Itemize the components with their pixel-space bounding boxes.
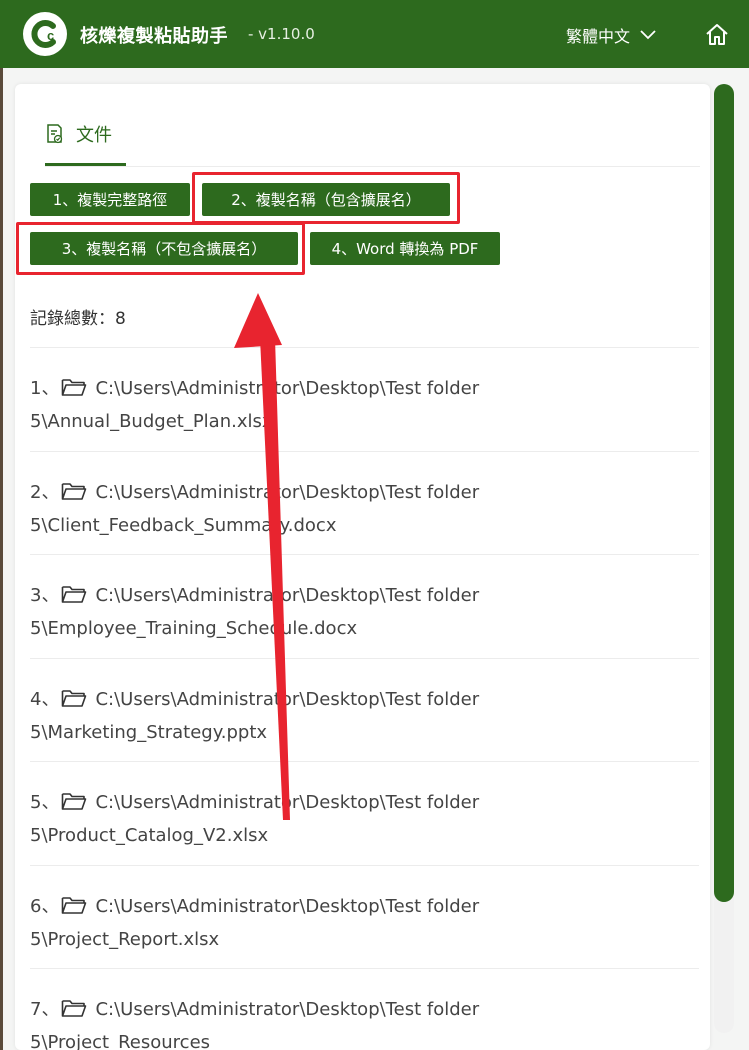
record-path: C:\Users\Administrator\Desktop\Test fold… [95,482,480,503]
list-item[interactable]: 2、 C:\Users\Administrator\Desktop\Test fo… [30,451,699,542]
record-filename: 5\Annual_Budget_Plan.xlsx [30,411,273,432]
record-number: 4、 [30,689,60,710]
record-path: C:\Users\Administrator\Desktop\Test fold… [95,896,480,917]
main-panel: 文件 1、複製完整路徑 2、複製名稱（包含擴展名） 3、複製名稱（不包含擴展名）… [15,84,710,1050]
copy-name-with-ext-button[interactable]: 2、複製名稱（包含擴展名） [202,183,450,216]
folder-icon [62,379,87,396]
language-select[interactable]: 繁體中文 [566,23,656,47]
record-path: C:\Users\Administrator\Desktop\Test fold… [95,585,480,606]
list-item[interactable]: 3、 C:\Users\Administrator\Desktop\Test fo… [30,554,699,645]
scrollbar-thumb[interactable] [714,84,734,902]
folder-icon [62,897,87,914]
record-line1: 6、 C:\Users\Administrator\Desktop\Test fo… [30,890,699,923]
svg-text:c: c [47,28,54,43]
record-path: C:\Users\Administrator\Desktop\Test fold… [95,378,480,399]
record-path: C:\Users\Administrator\Desktop\Test fold… [95,999,480,1020]
record-number: 3、 [30,585,60,606]
record-line1: 7、 C:\Users\Administrator\Desktop\Test fo… [30,993,699,1026]
list-item[interactable]: 4、 C:\Users\Administrator\Desktop\Test fo… [30,658,699,749]
folder-icon [62,1000,87,1017]
list-item[interactable]: 6、 C:\Users\Administrator\Desktop\Test fo… [30,865,699,956]
record-line1: 5、 C:\Users\Administrator\Desktop\Test fo… [30,786,699,819]
record-number: 5、 [30,792,60,813]
record-path: C:\Users\Administrator\Desktop\Test fold… [95,689,480,710]
record-filename: 5\Marketing_Strategy.pptx [30,722,268,743]
home-button[interactable] [704,22,730,48]
list-item[interactable]: 7、 C:\Users\Administrator\Desktop\Test fo… [30,968,699,1050]
record-line1: 1、 C:\Users\Administrator\Desktop\Test fo… [30,372,699,405]
record-number: 6、 [30,896,60,917]
chevron-down-icon [640,30,656,40]
folder-icon [62,483,87,500]
app-version: - v1.10.0 [248,25,315,43]
document-check-icon [47,124,63,144]
record-line1: 2、 C:\Users\Administrator\Desktop\Test fo… [30,476,699,509]
record-path: C:\Users\Administrator\Desktop\Test fold… [95,792,480,813]
home-icon [706,24,728,45]
folder-icon [62,793,87,810]
record-filename: 5\Employee_Training_Schedule.docx [30,618,358,639]
record-line1: 3、 C:\Users\Administrator\Desktop\Test fo… [30,579,699,612]
copy-full-path-button[interactable]: 1、複製完整路徑 [30,183,190,216]
app-logo-icon: c [23,12,67,56]
record-filename: 5\Client_Feedback_Summary.docx [30,515,337,536]
record-filename: 5\Project_Resources [30,1032,211,1050]
tab-divider [45,166,700,167]
list-item[interactable]: 1、 C:\Users\Administrator\Desktop\Test fo… [30,347,699,438]
folder-icon [62,586,87,603]
record-filename: 5\Product_Catalog_V2.xlsx [30,825,269,846]
record-count: 記錄總數：8 [30,309,126,329]
folder-icon [62,690,87,707]
tab-files[interactable]: 文件 [45,119,126,166]
copy-name-without-ext-button[interactable]: 3、複製名稱（不包含擴展名） [30,232,298,265]
word-to-pdf-button[interactable]: 4、Word 轉換為 PDF [310,232,500,265]
record-number: 7、 [30,999,60,1020]
record-number: 2、 [30,482,60,503]
record-line1: 4、 C:\Users\Administrator\Desktop\Test fo… [30,683,699,716]
language-label: 繁體中文 [566,27,631,46]
tab-files-label: 文件 [76,125,112,146]
window-edge [0,68,3,1050]
app-header: c 核爍複製粘貼助手 - v1.10.0 繁體中文 [0,0,749,68]
list-item[interactable]: 5、 C:\Users\Administrator\Desktop\Test fo… [30,761,699,852]
record-filename: 5\Project_Report.xlsx [30,929,220,950]
record-number: 1、 [30,378,60,399]
app-title: 核爍複製粘貼助手 [80,26,228,47]
